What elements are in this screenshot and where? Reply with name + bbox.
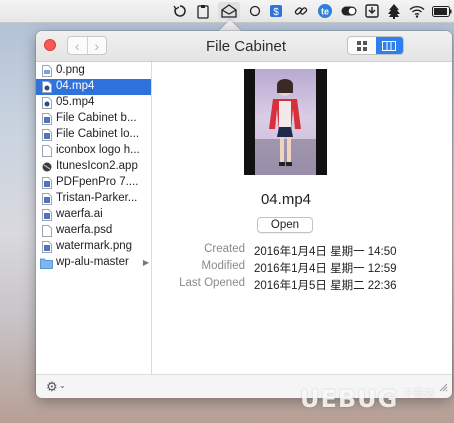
list-item[interactable]: iconbox logo h... — [36, 143, 151, 159]
list-item[interactable]: wp-alu-master ▶ — [36, 255, 151, 271]
menu-bar: $ te — [0, 0, 454, 23]
image-icon — [42, 65, 52, 77]
file-name: File Cabinet b... — [56, 112, 137, 124]
forward-button[interactable]: › — [86, 37, 107, 54]
selected-file-name: 04.mp4 — [260, 191, 312, 208]
thumbnail-image — [255, 69, 316, 175]
list-item[interactable]: watermark.png — [36, 239, 151, 255]
file-name: ItunesIcon2.app — [56, 160, 138, 172]
document-icon — [42, 241, 52, 253]
file-name: PDFpenPro 7.... — [56, 176, 139, 188]
modified-label: Modified — [201, 260, 245, 272]
grid-icon — [356, 40, 367, 51]
file-name: waerfa.ai — [56, 208, 103, 220]
close-button[interactable] — [44, 39, 56, 51]
file-list: 0.png 04.mp4 05.mp4 File Cabinet b... Fi… — [36, 62, 152, 374]
document-icon — [42, 193, 52, 205]
video-icon — [42, 81, 52, 93]
file-name: 05.mp4 — [56, 96, 95, 108]
link-icon[interactable] — [293, 2, 309, 20]
open-button[interactable]: Open — [257, 217, 313, 233]
icon-view-button[interactable] — [348, 37, 376, 54]
file-name: Tristan-Parker... — [56, 192, 138, 204]
title-bar: ‹ › File Cabinet — [36, 31, 452, 62]
file-name: iconbox logo h... — [56, 144, 140, 156]
document-icon — [42, 145, 52, 157]
columns-icon — [382, 40, 397, 51]
list-item[interactable]: 05.mp4 — [36, 95, 151, 111]
evernote-icon[interactable]: $ — [268, 2, 284, 20]
modified-value: 2016年1月4日 星期一 12:59 — [254, 263, 397, 275]
clipboard-icon[interactable] — [195, 2, 211, 20]
download-icon[interactable] — [364, 2, 380, 20]
tree-icon[interactable] — [387, 2, 401, 20]
document-icon — [42, 177, 52, 189]
list-item[interactable]: File Cabinet b... — [36, 111, 151, 127]
last-opened-label: Last Opened — [179, 277, 245, 289]
battery-icon[interactable] — [432, 2, 452, 20]
view-switcher — [347, 36, 404, 55]
toggle-icon[interactable] — [340, 2, 358, 20]
list-item[interactable]: ItunesIcon2.app — [36, 159, 151, 175]
svg-text:$: $ — [273, 7, 279, 18]
window-title: File Cabinet — [205, 38, 287, 55]
teamviewer-icon[interactable]: te — [316, 2, 334, 20]
folder-icon — [40, 258, 53, 269]
watermark: UEBUG 下载站 — [300, 385, 436, 413]
document-icon — [42, 209, 52, 221]
file-cabinet-icon[interactable] — [218, 2, 240, 20]
created-value: 2016年1月4日 星期一 14:50 — [254, 246, 397, 258]
document-icon — [42, 113, 52, 125]
file-name: File Cabinet lo... — [56, 128, 140, 140]
app-icon — [42, 162, 52, 172]
gear-icon[interactable]: ⚙ — [46, 379, 58, 395]
resize-grip-icon[interactable] — [438, 382, 448, 392]
file-name: watermark.png — [56, 240, 133, 252]
list-item[interactable]: 04.mp4 — [36, 79, 151, 95]
chevron-down-icon[interactable]: ⌄ — [59, 381, 66, 390]
list-item[interactable]: 0.png — [36, 63, 151, 79]
wifi-icon[interactable] — [408, 2, 426, 20]
document-icon — [42, 129, 52, 141]
file-cabinet-popover: ‹ › File Cabinet 0.png 04.mp4 05.mp4 Fil… — [36, 31, 452, 398]
list-item[interactable]: PDFpenPro 7.... — [36, 175, 151, 191]
column-view-button[interactable] — [375, 37, 403, 54]
list-item[interactable]: File Cabinet lo... — [36, 127, 151, 143]
list-item[interactable]: waerfa.psd — [36, 223, 151, 239]
created-label: Created — [204, 243, 245, 255]
document-icon — [42, 225, 52, 237]
last-opened-value: 2016年1月5日 星期二 22:36 — [254, 280, 397, 292]
sync-icon[interactable] — [172, 2, 188, 20]
file-name: 0.png — [56, 64, 85, 76]
file-name: waerfa.psd — [56, 224, 113, 236]
back-button[interactable]: ‹ — [68, 37, 87, 54]
navigation-control: ‹ › — [67, 36, 107, 55]
file-name: wp-alu-master — [56, 256, 129, 268]
video-icon — [42, 97, 52, 109]
performer-figure — [255, 79, 316, 175]
video-thumbnail — [244, 69, 327, 175]
file-name: 04.mp4 — [56, 80, 95, 92]
svg-text:te: te — [321, 7, 329, 17]
circle-icon[interactable] — [248, 2, 262, 20]
list-item[interactable]: Tristan-Parker... — [36, 191, 151, 207]
list-item[interactable]: waerfa.ai — [36, 207, 151, 223]
